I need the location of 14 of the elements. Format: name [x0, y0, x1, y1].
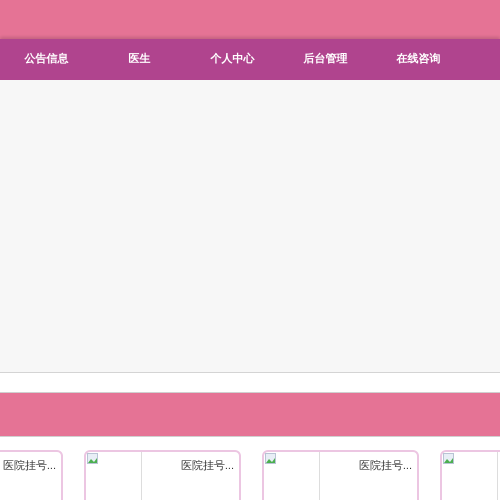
card[interactable]: 医院挂号...	[84, 450, 241, 500]
nav-link[interactable]: 在线咨询	[372, 51, 465, 68]
card-title: 医院挂号...	[2, 459, 56, 474]
broken-image-icon	[265, 453, 276, 464]
broken-image-icon	[87, 453, 98, 464]
nav-link[interactable]: 个人中心	[186, 51, 279, 68]
card[interactable]: 医院挂号...	[0, 450, 63, 500]
nav-link[interactable]: 后台管理	[279, 51, 372, 68]
nav-link[interactable]: 医生	[93, 51, 186, 68]
nav-link[interactable]: 公告信息	[0, 51, 93, 68]
card-title: 医院挂号...	[358, 459, 412, 474]
card-title: 医院挂号...	[180, 459, 234, 474]
card[interactable]: 医院挂号...	[262, 450, 419, 500]
broken-image-icon	[443, 453, 454, 464]
